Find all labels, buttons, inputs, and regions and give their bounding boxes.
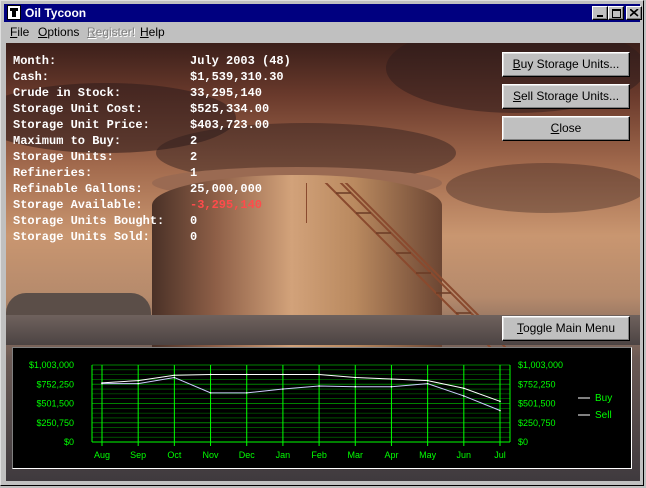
stat-value: 2 — [190, 150, 198, 164]
y-tick-label-left: $250,750 — [36, 418, 74, 428]
data-point — [426, 382, 429, 385]
stat-label: Crude in Stock: — [13, 86, 122, 100]
minimize-button[interactable] — [592, 6, 608, 20]
buy-storage-units-button[interactable]: Buy Storage Units... — [502, 52, 630, 77]
x-tick-label: Feb — [311, 450, 327, 460]
stat-value: $525,334.00 — [190, 102, 270, 116]
x-tick-label: Oct — [167, 450, 182, 460]
legend-label: Buy — [595, 393, 612, 404]
data-point — [209, 373, 212, 376]
stat-label: Month: — [13, 54, 57, 68]
data-point — [101, 382, 103, 385]
stat-value: July 2003 (48) — [190, 54, 291, 68]
title-bar[interactable]: Oil Tycoon — [4, 4, 642, 22]
x-tick-label: Nov — [203, 450, 220, 460]
stat-value: $1,539,310.30 — [190, 70, 284, 84]
close-button[interactable]: Close — [502, 116, 630, 141]
menu-file[interactable]: File — [10, 25, 29, 39]
stat-label: Storage Unit Price: — [13, 118, 150, 132]
close-icon — [630, 9, 639, 17]
x-tick-label: May — [419, 450, 437, 460]
stat-value: 0 — [190, 230, 198, 244]
maximize-button[interactable] — [608, 6, 624, 20]
data-point — [499, 409, 501, 412]
legend-label: Sell — [595, 410, 612, 421]
data-point — [173, 376, 176, 379]
close-window-button[interactable] — [626, 6, 642, 20]
stat-value: $403,723.00 — [190, 118, 270, 132]
data-point — [137, 382, 139, 385]
y-tick-label-left: $0 — [64, 437, 74, 447]
stat-value: 1 — [190, 166, 198, 180]
y-tick-label-left: $752,250 — [36, 379, 74, 389]
x-tick-label: Aug — [94, 450, 110, 460]
sell-storage-units-button[interactable]: Sell Storage Units... — [502, 84, 630, 109]
menu-register[interactable]: Register! — [87, 25, 135, 39]
y-tick-label-left: $501,500 — [36, 399, 74, 409]
data-point — [426, 379, 429, 382]
y-tick-label-right: $1,003,000 — [518, 360, 563, 370]
x-tick-label: Jan — [276, 450, 291, 460]
stat-value: 2 — [190, 134, 198, 148]
stat-label: Storage Units Sold: — [13, 230, 150, 244]
data-point — [245, 373, 248, 376]
stat-label: Refinable Gallons: — [13, 182, 143, 196]
y-tick-label-right: $752,250 — [518, 379, 556, 389]
x-tick-label: Sep — [130, 450, 146, 460]
stat-value: 25,000,000 — [190, 182, 263, 196]
data-point — [463, 387, 465, 390]
x-tick-label: Jun — [457, 450, 472, 460]
y-tick-label-right: $0 — [518, 437, 528, 447]
y-tick-label-left: $1,003,000 — [29, 360, 74, 370]
data-point — [390, 385, 393, 388]
price-history-chart: $1,003,000 $1,003,000 $752,250 $752,250 $501… — [12, 347, 632, 469]
window-title: Oil Tycoon — [25, 6, 87, 20]
data-point — [390, 378, 393, 380]
stat-value: 33,295,140 — [190, 86, 263, 100]
data-point — [137, 379, 139, 382]
data-point — [173, 374, 176, 377]
y-tick-label-right: $501,500 — [518, 399, 556, 409]
derrick-icon[interactable] — [7, 5, 21, 20]
data-point — [318, 385, 320, 387]
data-point — [499, 400, 501, 403]
data-point — [282, 388, 284, 390]
stat-value: -3,295,140 — [190, 198, 263, 212]
x-tick-label: Mar — [348, 450, 364, 460]
stat-label: Cash: — [13, 70, 50, 84]
menu-options[interactable]: Options — [38, 25, 79, 39]
data-point — [245, 392, 248, 394]
stat-label: Refineries: — [13, 166, 93, 180]
data-point — [354, 376, 357, 379]
menu-help[interactable]: Help — [140, 25, 165, 39]
stat-label: Storage Unit Cost: — [13, 102, 143, 116]
x-tick-label: Jul — [494, 450, 506, 460]
oil-tycoon-window: Oil Tycoon File Options Register! Help M… — [0, 0, 644, 486]
data-point — [354, 385, 357, 388]
x-tick-label: Apr — [384, 450, 398, 460]
y-tick-label-right: $250,750 — [518, 418, 556, 428]
stat-value: 0 — [190, 214, 198, 228]
x-tick-label: Dec — [239, 450, 256, 460]
stat-label: Storage Available: — [13, 198, 143, 212]
stat-label: Maximum to Buy: — [13, 134, 122, 148]
chart-canvas: $1,003,000 $1,003,000 $752,250 $752,250 $501… — [29, 360, 612, 460]
menu-bar: File Options Register! Help — [4, 22, 640, 41]
data-point — [282, 373, 284, 376]
stat-label: Storage Units: — [13, 150, 114, 164]
data-point — [209, 392, 212, 394]
stat-label: Storage Units Bought: — [13, 214, 165, 228]
data-point — [318, 373, 320, 376]
data-point — [463, 395, 465, 397]
toggle-main-menu-button[interactable]: Toggle Main Menu — [502, 316, 630, 341]
